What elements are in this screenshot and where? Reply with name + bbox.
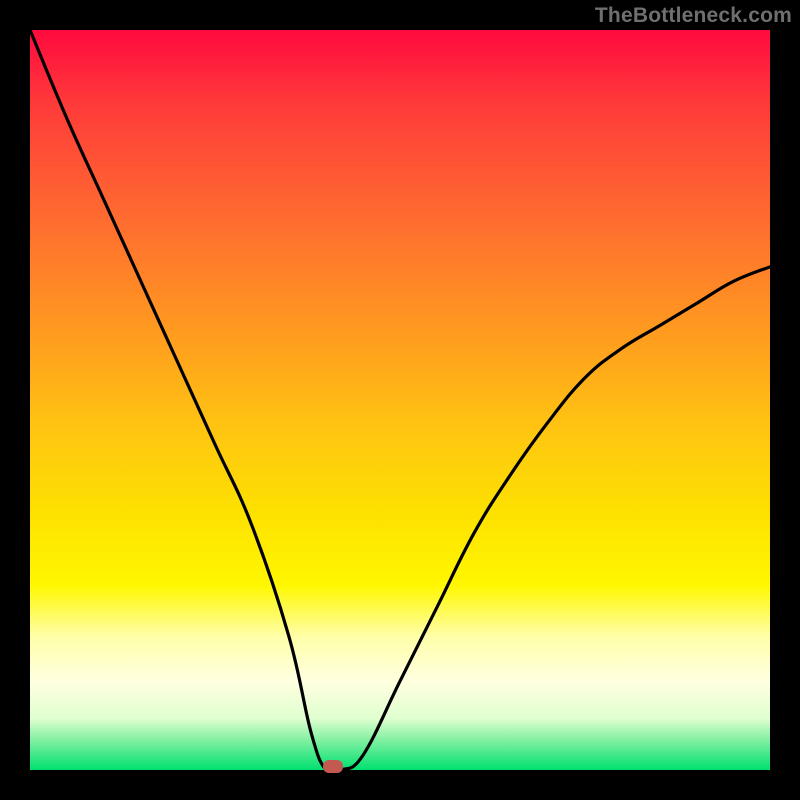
- curve-path: [30, 30, 770, 770]
- chart-frame: TheBottleneck.com: [0, 0, 800, 800]
- optimum-marker: [323, 760, 343, 773]
- plot-area: [30, 30, 770, 770]
- watermark-text: TheBottleneck.com: [595, 4, 792, 28]
- bottleneck-curve: [30, 30, 770, 770]
